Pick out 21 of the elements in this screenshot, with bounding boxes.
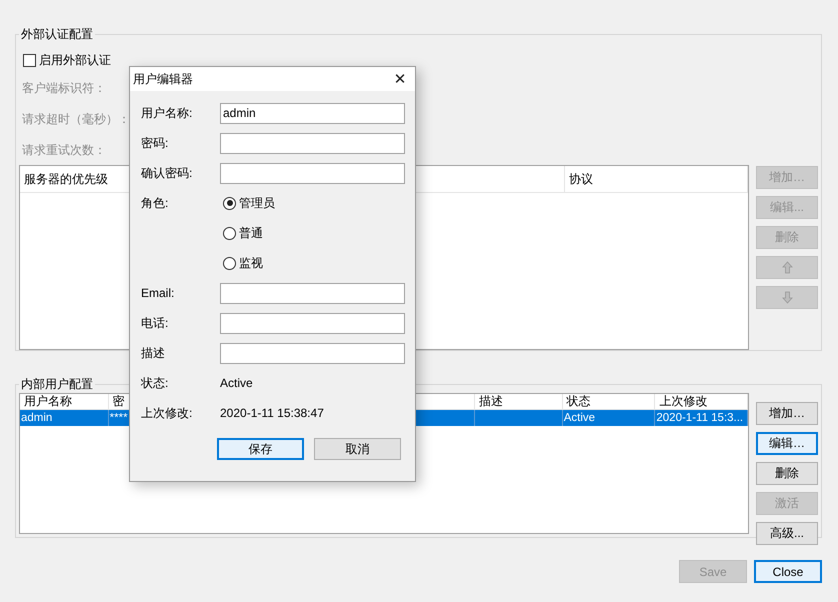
field-label: 客户端标识符： — [21, 80, 106, 97]
field-label: 电话: — [141, 314, 170, 332]
field-label: Email: — [141, 286, 176, 300]
table-cell: **** — [110, 412, 128, 424]
field-value: 2020-1-11 15:38:47 — [220, 406, 324, 420]
field-label: 请求重试次数： — [21, 142, 106, 159]
table-cell: admin — [21, 412, 52, 424]
field-label: 请求超时（毫秒）： — [21, 111, 130, 128]
field-label: 用户名称: — [141, 104, 194, 122]
field-label: 确认密码: — [141, 164, 194, 182]
field-label: 密码: — [141, 134, 170, 152]
field-label: 上次修改: — [141, 404, 194, 422]
field-label: 角色: — [141, 194, 170, 212]
group-title: 内部用户配置 — [20, 376, 94, 393]
dialog-title: 用户编辑器 — [133, 70, 193, 88]
field-label: 描述 — [141, 344, 166, 362]
group-title: 外部认证配置 — [20, 26, 94, 43]
field-value: Active — [220, 376, 253, 390]
field-label: 状态: — [141, 374, 170, 392]
table-cell: Active — [564, 412, 596, 424]
table-cell: 2020-1-11 15:3... — [656, 412, 744, 424]
